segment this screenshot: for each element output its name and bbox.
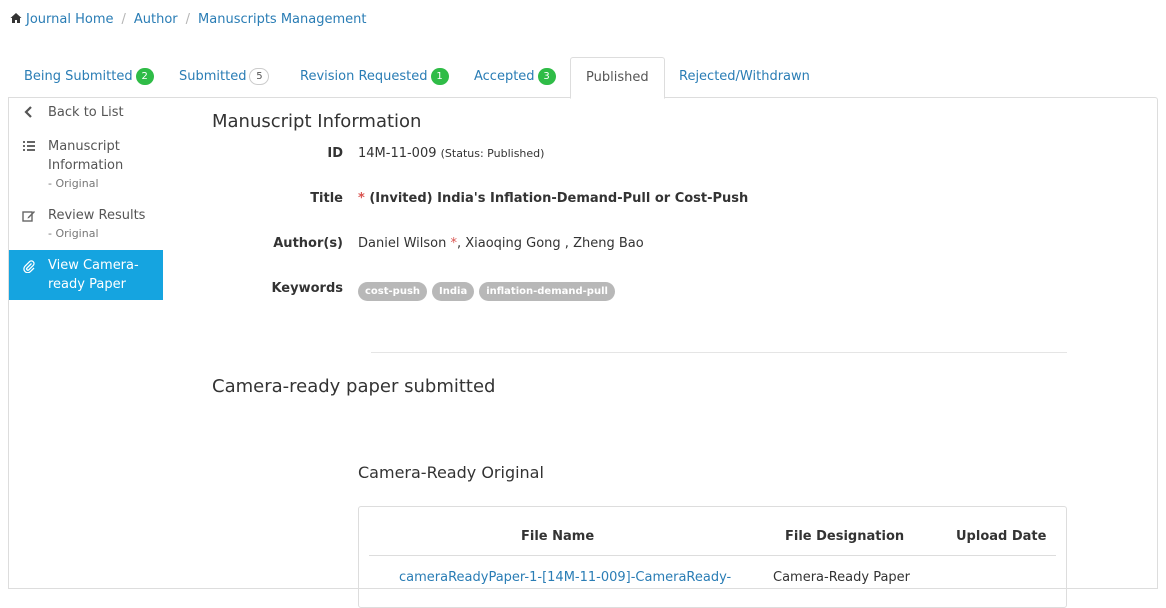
camera-ready-files-table: File Name File Designation Upload Date c… [358, 506, 1067, 608]
home-icon [10, 13, 22, 23]
content-panel: Back to List Manuscript Information - Or… [8, 97, 1158, 608]
id-label: ID [327, 146, 343, 161]
sidebar-item-sub: - Original [48, 227, 99, 240]
back-to-list-label: Back to List [48, 105, 124, 120]
tab-published[interactable]: Published [570, 57, 665, 99]
manuscript-status-tabs: Being Submitted 2 Submitted 5 Revision Req… [8, 57, 1158, 99]
tab-label: Rejected/Withdrawn [679, 69, 810, 84]
tab-label: Submitted [179, 69, 247, 84]
edit-icon [22, 211, 35, 222]
sidebar-item-view-camera-ready-paper[interactable]: View Camera-ready Paper [9, 250, 163, 300]
breadcrumb-author[interactable]: Author [134, 12, 178, 27]
breadcrumb: Journal Home / Author / Manuscripts Manageme… [10, 12, 366, 27]
section-divider [371, 352, 1067, 353]
tab-accepted[interactable]: Accepted 3 [474, 57, 556, 97]
keywords-label: Keywords [271, 281, 343, 296]
manuscript-id: 14M-11-009 (Status: Published) [358, 146, 544, 161]
sidebar-item-label: Review Results [48, 208, 146, 223]
table-header-divider [369, 555, 1056, 556]
keyword-tag: India [432, 282, 475, 301]
count-badge: 2 [135, 68, 154, 85]
camera-ready-original-heading: Camera-Ready Original [358, 463, 544, 482]
sidebar: Back to List Manuscript Information - Or… [9, 98, 163, 300]
sidebar-item-manuscript-information[interactable]: Manuscript Information - Original [9, 127, 163, 198]
tab-label: Published [586, 70, 649, 85]
authors-label: Author(s) [273, 236, 343, 251]
tab-revision-requested[interactable]: Revision Requested 1 [300, 57, 449, 97]
manuscript-status: (Status: Published) [440, 147, 545, 160]
other-authors: , Xiaoqing Gong , Zheng Bao [456, 236, 644, 251]
column-header-upload-date: Upload Date [956, 529, 1047, 544]
breadcrumb-journal-home[interactable]: Journal Home [26, 12, 113, 27]
count-badge: 3 [537, 68, 556, 85]
tab-label: Revision Requested [300, 69, 428, 84]
required-marker: * [358, 191, 365, 206]
sidebar-item-label: Manuscript Information [48, 139, 124, 173]
breadcrumb-separator: / [185, 12, 191, 27]
list-icon [23, 141, 35, 151]
sidebar-item-sub: - Original [48, 177, 99, 190]
manuscript-authors: Daniel Wilson *, Xiaoqing Gong , Zheng B… [358, 236, 644, 251]
sidebar-item-review-results[interactable]: Review Results - Original [9, 198, 163, 248]
corresponding-author: Daniel Wilson [358, 236, 447, 251]
tab-rejected-withdrawn[interactable]: Rejected/Withdrawn [679, 57, 810, 97]
manuscript-title: * (Invited) India's Inflation-Demand-Pul… [358, 191, 748, 206]
count-badge: 5 [249, 68, 270, 85]
tab-being-submitted[interactable]: Being Submitted 2 [24, 57, 154, 97]
breadcrumb-manuscripts-management[interactable]: Manuscripts Management [198, 12, 366, 27]
column-header-file-designation: File Designation [785, 529, 905, 544]
title-label: Title [310, 191, 343, 206]
keyword-tag: cost-push [358, 282, 428, 301]
manuscript-information-heading: Manuscript Information [212, 111, 422, 132]
column-header-file-name: File Name [521, 529, 595, 544]
camera-ready-heading: Camera-ready paper submitted [212, 376, 496, 397]
manuscript-id-value: 14M-11-009 [358, 146, 437, 161]
tab-label: Being Submitted [24, 69, 133, 84]
tab-label: Accepted [474, 69, 535, 84]
keyword-tag: inflation-demand-pull [479, 282, 615, 301]
sidebar-item-label: View Camera-ready Paper [48, 258, 139, 292]
manuscript-title-value: (Invited) India's Inflation-Demand-Pull … [369, 191, 749, 206]
count-badge: 1 [430, 68, 449, 85]
breadcrumb-separator: / [121, 12, 126, 27]
paperclip-icon [23, 260, 35, 273]
back-to-list-link[interactable]: Back to List [9, 98, 163, 127]
keyword-list: cost-push India inflation-demand-pull [358, 282, 620, 301]
chevron-left-icon [24, 106, 32, 118]
tab-submitted[interactable]: Submitted 5 [179, 57, 270, 97]
